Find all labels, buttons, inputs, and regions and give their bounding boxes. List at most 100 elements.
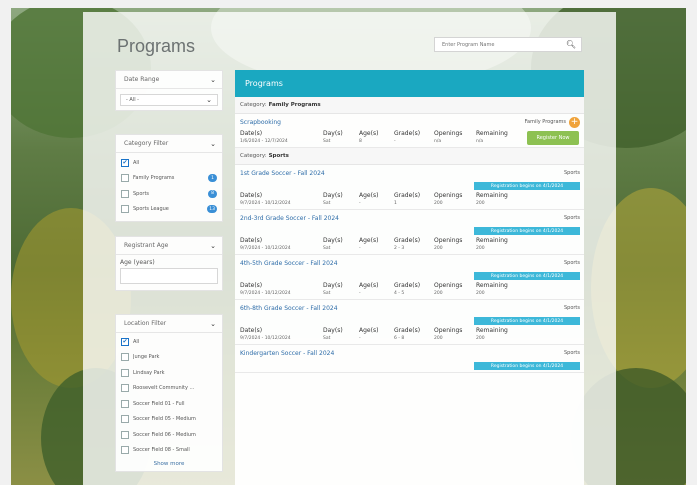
location-filter-header[interactable]: Location Filter ⌄	[116, 315, 222, 333]
program-header: Scrapbooking Family Programs +	[235, 114, 584, 130]
checkbox[interactable]: ✔	[121, 337, 129, 346]
program-details: Date(s) 1/6/2024 - 12/7/2024 Day(s) Sat Age(…	[235, 130, 584, 147]
detail-column: Remaining n/a	[476, 130, 526, 144]
search-input[interactable]	[435, 41, 563, 48]
detail-header: Grade(s)	[394, 130, 421, 137]
chevron-down-icon: ⌄	[210, 139, 216, 148]
detail-header: Date(s)	[240, 327, 263, 334]
category-filter-header[interactable]: Category Filter ⌄	[116, 135, 222, 153]
category-option[interactable]: Sports League 13	[116, 202, 222, 218]
search-icon[interactable]: 🔍︎	[563, 40, 579, 49]
detail-column: Age(s) -	[359, 282, 394, 296]
checkbox[interactable]: ✔	[121, 158, 129, 167]
location-option[interactable]: Roosevelt Community ...	[116, 381, 222, 397]
program-category-label: Sports	[563, 170, 580, 176]
location-option-label: Roosevelt Community ...	[133, 385, 195, 392]
detail-value: 9/7/2024 - 10/12/2024	[240, 201, 291, 206]
program-name-link[interactable]: Scrapbooking	[240, 119, 281, 126]
checkbox[interactable]	[121, 205, 129, 214]
checkbox[interactable]	[121, 430, 129, 439]
detail-column: Date(s) 9/7/2024 - 10/12/2024	[240, 282, 323, 296]
age-input[interactable]	[120, 268, 218, 284]
detail-header: Date(s)	[240, 192, 263, 199]
location-option[interactable]: Soccer Field 01 - Full	[116, 396, 222, 412]
detail-column: Openings n/a	[434, 130, 476, 144]
program-header: Kindergarten Soccer - Fall 2024 Sports	[235, 345, 584, 361]
program-header: 6th-8th Grade Soccer - Fall 2024 Sports	[235, 300, 584, 316]
programs-header: Programs	[235, 70, 584, 97]
program-details: Date(s) 9/7/2024 - 10/12/2024 Day(s) Sat Age…	[235, 237, 584, 254]
location-option[interactable]: Junge Park	[116, 350, 222, 366]
checkbox[interactable]	[121, 353, 129, 362]
detail-header: Age(s)	[359, 282, 379, 289]
detail-column: Day(s) Sat	[323, 237, 359, 251]
detail-column: Day(s) Sat	[323, 282, 359, 296]
program-header: 1st Grade Soccer - Fall 2024 Sports	[235, 165, 584, 181]
add-icon[interactable]: +	[569, 116, 580, 128]
detail-header: Remaining	[476, 130, 508, 137]
checkbox[interactable]	[121, 368, 129, 377]
program-name-link[interactable]: Kindergarten Soccer - Fall 2024	[240, 350, 334, 357]
detail-column: Age(s) -	[359, 327, 394, 341]
category-option[interactable]: Family Programs 1	[116, 171, 222, 187]
location-option[interactable]: Soccer Field 08 - Small	[116, 443, 222, 459]
location-option[interactable]: Soccer Field 06 - Medium	[116, 427, 222, 443]
detail-value: 4 - 5	[394, 291, 405, 296]
location-option[interactable]: Lindsay Park	[116, 365, 222, 381]
program-name-link[interactable]: 4th-5th Grade Soccer - Fall 2024	[240, 260, 338, 267]
registration-begins-badge: Registration begins on 4/1/2024	[474, 182, 580, 190]
detail-column: Grade(s) -	[394, 130, 434, 144]
detail-header: Grade(s)	[394, 237, 421, 244]
checkbox[interactable]	[121, 446, 129, 455]
program-name-link[interactable]: 1st Grade Soccer - Fall 2024	[240, 170, 325, 177]
count-badge: 8	[208, 189, 217, 198]
location-option-label: Soccer Field 08 - Small	[133, 447, 190, 454]
checkbox[interactable]	[121, 189, 129, 198]
checkbox[interactable]	[121, 174, 129, 183]
date-range-select[interactable]: - All - ⌄	[120, 94, 218, 106]
category-option[interactable]: ✔ All	[116, 155, 222, 171]
detail-value: 200	[434, 201, 443, 206]
detail-header: Date(s)	[240, 130, 263, 137]
checkbox[interactable]	[121, 384, 129, 393]
location-option[interactable]: Soccer Field 05 - Medium	[116, 412, 222, 428]
program-category-label: Sports	[563, 215, 580, 221]
registrant-age-header[interactable]: Registrant Age ⌄	[116, 237, 222, 255]
registrant-age-label: Registrant Age	[124, 242, 169, 249]
program-category-label: Sports	[563, 350, 580, 356]
program-category-tag: Sports	[564, 305, 580, 311]
detail-value: Sat	[323, 139, 331, 144]
detail-column: Day(s) Sat	[323, 130, 359, 144]
registration-begins-badge: Registration begins on 4/1/2024	[474, 317, 580, 325]
detail-header: Day(s)	[323, 282, 343, 289]
detail-column: Grade(s) 2 - 3	[394, 237, 434, 251]
category-option[interactable]: Sports 8	[116, 186, 222, 202]
date-range-filter: Date Range ⌄ - All - ⌄	[115, 70, 223, 111]
detail-value: 200	[476, 201, 485, 206]
detail-header: Openings	[434, 130, 463, 137]
page-title: Programs	[117, 36, 196, 56]
detail-value: -	[394, 139, 396, 144]
show-more-link[interactable]: Show more	[116, 458, 222, 471]
program-name-link[interactable]: 6th-8th Grade Soccer - Fall 2024	[240, 305, 338, 312]
program-category-tag: Sports	[564, 215, 580, 221]
program-search: 🔍︎	[434, 37, 582, 52]
detail-header: Openings	[434, 237, 463, 244]
category-heading: Category: Sports	[235, 148, 584, 165]
program-category-tag: Sports	[564, 170, 580, 176]
detail-column: Remaining 200	[476, 237, 526, 251]
category-filter-label: Category Filter	[124, 140, 169, 147]
checkbox[interactable]	[121, 399, 129, 408]
checkbox[interactable]	[121, 415, 129, 424]
date-range-selected: - All -	[126, 97, 139, 103]
program-name-link[interactable]: 2nd-3rd Grade Soccer - Fall 2024	[240, 215, 339, 222]
detail-value: 200	[476, 291, 485, 296]
register-now-button[interactable]: Register Now	[527, 131, 579, 145]
date-range-header[interactable]: Date Range ⌄	[116, 71, 222, 89]
program-details: Date(s) 9/7/2024 - 10/12/2024 Day(s) Sat Age…	[235, 282, 584, 299]
program-category-label: Sports	[563, 305, 580, 311]
program-details: Date(s) 9/7/2024 - 10/12/2024 Day(s) Sat Age…	[235, 192, 584, 209]
location-option-label: Soccer Field 05 - Medium	[133, 416, 196, 423]
detail-column: Date(s) 1/6/2024 - 12/7/2024	[240, 130, 323, 144]
location-option[interactable]: ✔ All	[116, 334, 222, 350]
